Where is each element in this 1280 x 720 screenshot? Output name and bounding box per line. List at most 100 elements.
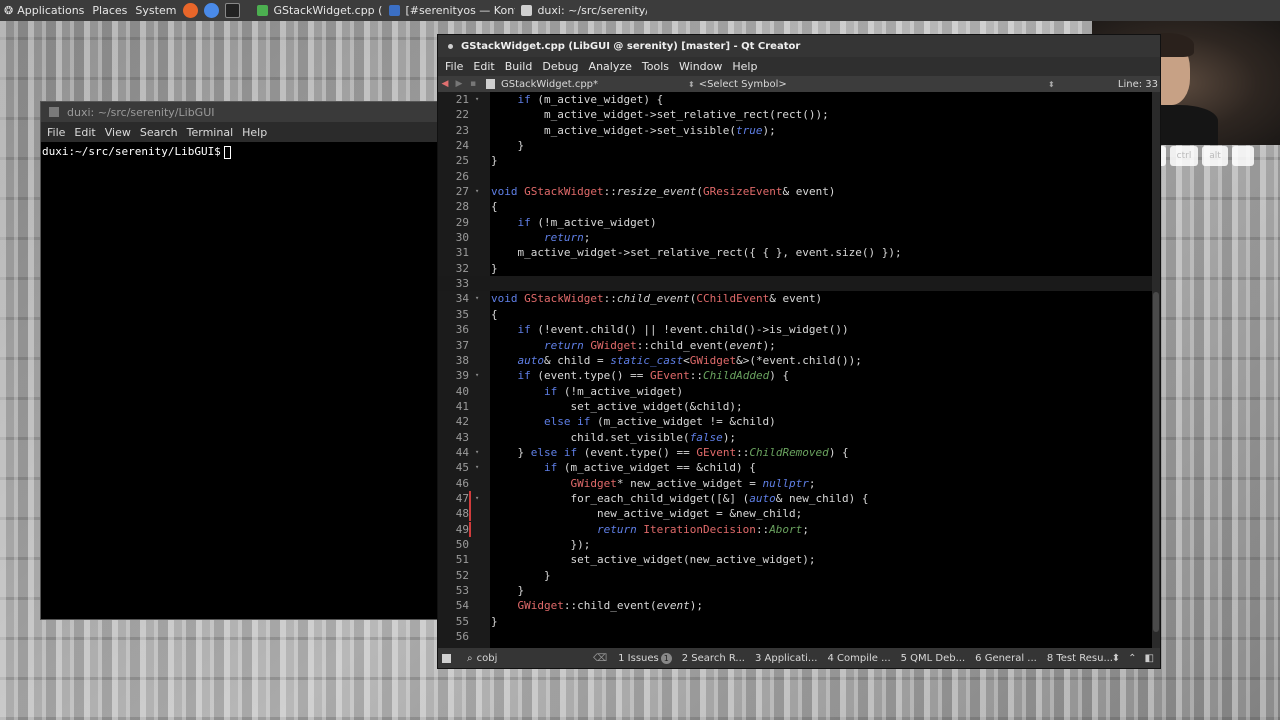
fold-marker-icon[interactable]: ▾ [475, 491, 479, 506]
fold-marker-icon[interactable]: ▾ [475, 184, 479, 199]
code-line[interactable]: 37 return GWidget::child_event(event); [438, 338, 1160, 353]
code-line[interactable]: 50 }); [438, 537, 1160, 552]
menu-file[interactable]: File [444, 60, 472, 73]
code-line[interactable]: 47 ▾ for_each_child_widget([&] (auto& new… [438, 490, 1160, 506]
back-arrow-icon[interactable]: ◀ [438, 79, 452, 89]
code-text: if (m_active_widget == &child) { [543, 461, 756, 475]
code-line[interactable]: 26 [438, 169, 1160, 184]
menu-build[interactable]: Build [504, 60, 542, 73]
document-selector[interactable]: GStackWidget.cpp* [501, 79, 598, 90]
code-line[interactable]: 55} [438, 614, 1160, 629]
code-line[interactable]: 21 ▾ if (m_active_widget) { [438, 92, 1160, 107]
code-line[interactable]: 31 m_active_widget->set_relative_rect({ … [438, 245, 1160, 260]
code-text: new_active_widget = &new_child; [491, 507, 803, 521]
terminal-menu-edit[interactable]: Edit [71, 126, 101, 139]
fold-marker-icon[interactable]: ▾ [475, 445, 479, 460]
code-line[interactable]: 44 ▾ } else if (event.type() == GEvent::C… [438, 445, 1160, 460]
pane-tab-compile-output[interactable]: 4 Compile ... [822, 653, 895, 664]
scrollbar-thumb[interactable] [1153, 292, 1159, 632]
fold-marker-icon[interactable]: ▾ [475, 368, 479, 383]
code-line[interactable]: 46 GWidget* new_active_widget = nullptr; [438, 476, 1160, 491]
pane-tab-search-results[interactable]: 2 Search R... [677, 653, 750, 664]
code-line[interactable]: 48 new_active_widget = &new_child; [438, 506, 1160, 522]
code-line[interactable]: 29 if (!m_active_widget) [438, 215, 1160, 230]
pane-updown-icon[interactable]: ⬍ [1112, 653, 1120, 664]
code-line[interactable]: 40 if (!m_active_widget) [438, 384, 1160, 399]
fold-marker-icon[interactable]: ▾ [475, 92, 479, 107]
line-number: 51 [455, 553, 469, 567]
editor-scrollbar[interactable] [1152, 92, 1160, 649]
terminal-menu-view[interactable]: View [102, 126, 137, 139]
key-indicator-alt: alt [1202, 146, 1228, 166]
code-line[interactable]: 35 { [438, 307, 1160, 322]
code-line[interactable]: 32} [438, 261, 1160, 276]
terminal-content[interactable]: duxi:~/src/serenity/LibGUI$ [41, 142, 437, 162]
code-line[interactable]: 23 m_active_widget->set_visible(true); [438, 123, 1160, 138]
clear-icon[interactable]: ⌫ [593, 653, 607, 664]
code-line[interactable]: 52 } [438, 568, 1160, 583]
task-terminal[interactable]: duxi: ~/src/serenity/Li... [515, 0, 647, 21]
terminal-titlebar[interactable]: duxi: ~/src/serenity/LibGUI [41, 102, 437, 122]
line-indicator[interactable]: Line: 33 [1118, 79, 1158, 90]
terminal-cursor [223, 145, 231, 159]
code-line[interactable]: 25} [438, 153, 1160, 168]
code-line[interactable]: 24 } [438, 138, 1160, 153]
code-editor[interactable]: 21 ▾ if (m_active_widget) {22 m_active_wi… [438, 92, 1160, 649]
line-number: 31 [455, 246, 469, 260]
task-konversation[interactable]: [#serenityos — Konvers... [383, 0, 515, 21]
menu-debug[interactable]: Debug [541, 60, 587, 73]
code-line[interactable]: 54 GWidget::child_event(event); [438, 598, 1160, 613]
pane-tab-issues[interactable]: 1 Issues 1 [613, 652, 677, 664]
code-line[interactable]: 56 [438, 629, 1160, 644]
code-line[interactable]: 28 { [438, 199, 1160, 214]
symbol-selector[interactable]: ⬍ <Select Symbol> [684, 79, 787, 90]
fold-marker-icon[interactable]: ▾ [475, 291, 479, 306]
forward-arrow-icon[interactable]: ▶ [452, 79, 466, 89]
menu-window[interactable]: Window [678, 60, 731, 73]
code-line[interactable]: 38 auto& child = static_cast<GWidget&>(*… [438, 353, 1160, 368]
close-pane-icon[interactable]: ◧ [1145, 653, 1154, 664]
code-line[interactable]: 36 if (!event.child() || !event.child()-… [438, 322, 1160, 337]
pane-tab-general-messages[interactable]: 6 General ... [970, 653, 1042, 664]
code-line[interactable]: 34 ▾ void GStackWidget::child_event(CChild… [438, 291, 1160, 306]
menu-tools[interactable]: Tools [641, 60, 678, 73]
task-qtcreator[interactable]: GStackWidget.cpp (Lib... [251, 0, 383, 21]
window-menu-icon[interactable] [448, 43, 453, 49]
code-line[interactable]: 30 return; [438, 230, 1160, 245]
pane-tab-test-results[interactable]: 8 Test Resu... [1042, 653, 1118, 664]
code-line[interactable]: 42 else if (m_active_widget != &child) [438, 414, 1160, 429]
terminal-menu-file[interactable]: File [44, 126, 71, 139]
terminal-menu-help[interactable]: Help [239, 126, 273, 139]
menu-edit[interactable]: Edit [472, 60, 503, 73]
fold-marker-icon[interactable]: ▾ [475, 460, 479, 475]
code-line[interactable]: 45 ▾ if (m_active_widget == &child) { [438, 460, 1160, 475]
pane-tab-application-output[interactable]: 3 Applicati... [750, 653, 823, 664]
system-menu[interactable]: System [131, 0, 180, 21]
places-menu[interactable]: Places [88, 0, 131, 21]
code-line[interactable]: 27 ▾ void GStackWidget::resize_event(GResi… [438, 184, 1160, 199]
locator-field[interactable]: ⌕ cobj [457, 653, 593, 664]
code-line[interactable]: 41 set_active_widget(&child); [438, 399, 1160, 414]
split-icon[interactable]: ▪ [466, 79, 480, 89]
code-line[interactable]: 39 ▾ if (event.type() == GEvent::ChildAdd… [438, 368, 1160, 383]
applications-label: Applications [17, 4, 85, 17]
code-line[interactable]: 43 child.set_visible(false); [438, 430, 1160, 445]
applications-menu[interactable]: ❂ Applications [0, 0, 88, 21]
toggle-sidebar-icon[interactable] [442, 653, 451, 663]
code-text: }); [491, 537, 591, 551]
code-line[interactable]: 53 } [438, 583, 1160, 598]
code-line[interactable]: 33 [438, 276, 1160, 292]
chromium-icon[interactable] [204, 3, 220, 18]
code-line[interactable]: 51 set_active_widget(new_active_widget); [438, 552, 1160, 567]
firefox-icon[interactable] [183, 3, 199, 18]
qtcreator-titlebar[interactable]: GStackWidget.cpp (LibGUI @ serenity) [ma… [438, 35, 1160, 57]
maximize-pane-icon[interactable]: ⌃ [1128, 653, 1136, 664]
pane-tab-qml-debugger[interactable]: 5 QML Deb... [896, 653, 971, 664]
code-line[interactable]: 22 m_active_widget->set_relative_rect(re… [438, 107, 1160, 122]
menu-analyze[interactable]: Analyze [588, 60, 641, 73]
terminal-menu-search[interactable]: Search [137, 126, 184, 139]
code-line[interactable]: 49 return IterationDecision::Abort; [438, 521, 1160, 537]
terminal-launcher-icon[interactable] [225, 3, 241, 18]
terminal-menu-terminal[interactable]: Terminal [184, 126, 240, 139]
menu-help[interactable]: Help [731, 60, 766, 73]
